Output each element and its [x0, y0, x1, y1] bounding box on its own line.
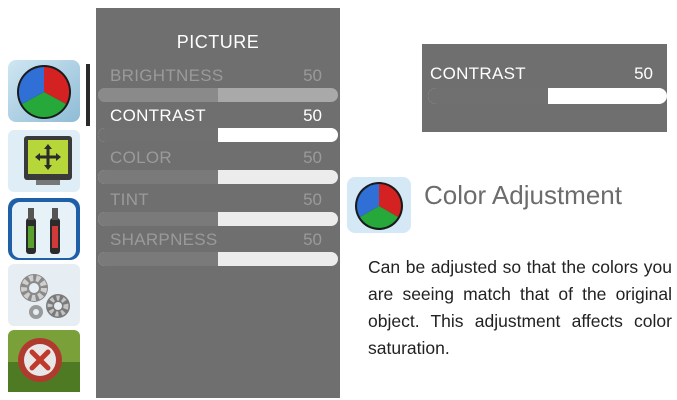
item-value: 50 — [303, 66, 322, 85]
slider-fill — [98, 212, 218, 226]
item-label: BRIGHTNESS — [110, 66, 224, 85]
lock-icon[interactable] — [6, 328, 82, 394]
item-label: CONTRAST — [110, 106, 206, 125]
menu-item-contrast[interactable]: CONTRAST 50 — [98, 106, 338, 146]
item-value: 50 — [303, 106, 322, 125]
color-palette-icon[interactable] — [6, 58, 82, 124]
slider-fill — [98, 252, 218, 266]
color-adjustment-icon — [346, 176, 412, 234]
item-value: 50 — [303, 190, 322, 209]
section-title: Color Adjustment — [424, 180, 622, 210]
color-slider[interactable] — [98, 170, 338, 184]
preview-slider — [428, 88, 667, 104]
audio-icon[interactable] — [6, 196, 82, 262]
menu-item-sharpness[interactable]: SHARPNESS 50 — [98, 230, 338, 270]
contrast-preview-box: CONTRAST 50 — [422, 44, 667, 132]
item-label: COLOR — [110, 148, 172, 167]
item-label: TINT — [110, 190, 149, 209]
menu-icon-column — [2, 58, 86, 400]
setup-gears-icon[interactable] — [6, 262, 82, 328]
slider-fill — [98, 170, 218, 184]
slider-fill — [428, 88, 548, 104]
slider-fill — [98, 128, 218, 142]
sharpness-slider[interactable] — [98, 252, 338, 266]
menu-item-color[interactable]: COLOR 50 — [98, 148, 338, 188]
picture-menu-panel: PICTURE BRIGHTNESS 50 CONTRAST 50 COLOR … — [96, 8, 340, 398]
section-description: Can be adjusted so that the colors you a… — [368, 257, 672, 358]
menu-item-brightness[interactable]: BRIGHTNESS 50 — [98, 66, 338, 106]
menu-item-tint[interactable]: TINT 50 — [98, 190, 338, 230]
tint-slider[interactable] — [98, 212, 338, 226]
item-value: 50 — [303, 230, 322, 249]
slider-fill — [98, 88, 218, 102]
brightness-slider[interactable] — [98, 88, 338, 102]
preview-label: CONTRAST — [430, 64, 526, 83]
item-value: 50 — [303, 148, 322, 167]
screen-position-icon[interactable] — [6, 128, 82, 194]
contrast-slider[interactable] — [98, 128, 338, 142]
preview-value: 50 — [634, 64, 653, 83]
menu-title: PICTURE — [176, 32, 260, 52]
item-label: SHARPNESS — [110, 230, 218, 249]
selection-indicator — [86, 64, 90, 126]
